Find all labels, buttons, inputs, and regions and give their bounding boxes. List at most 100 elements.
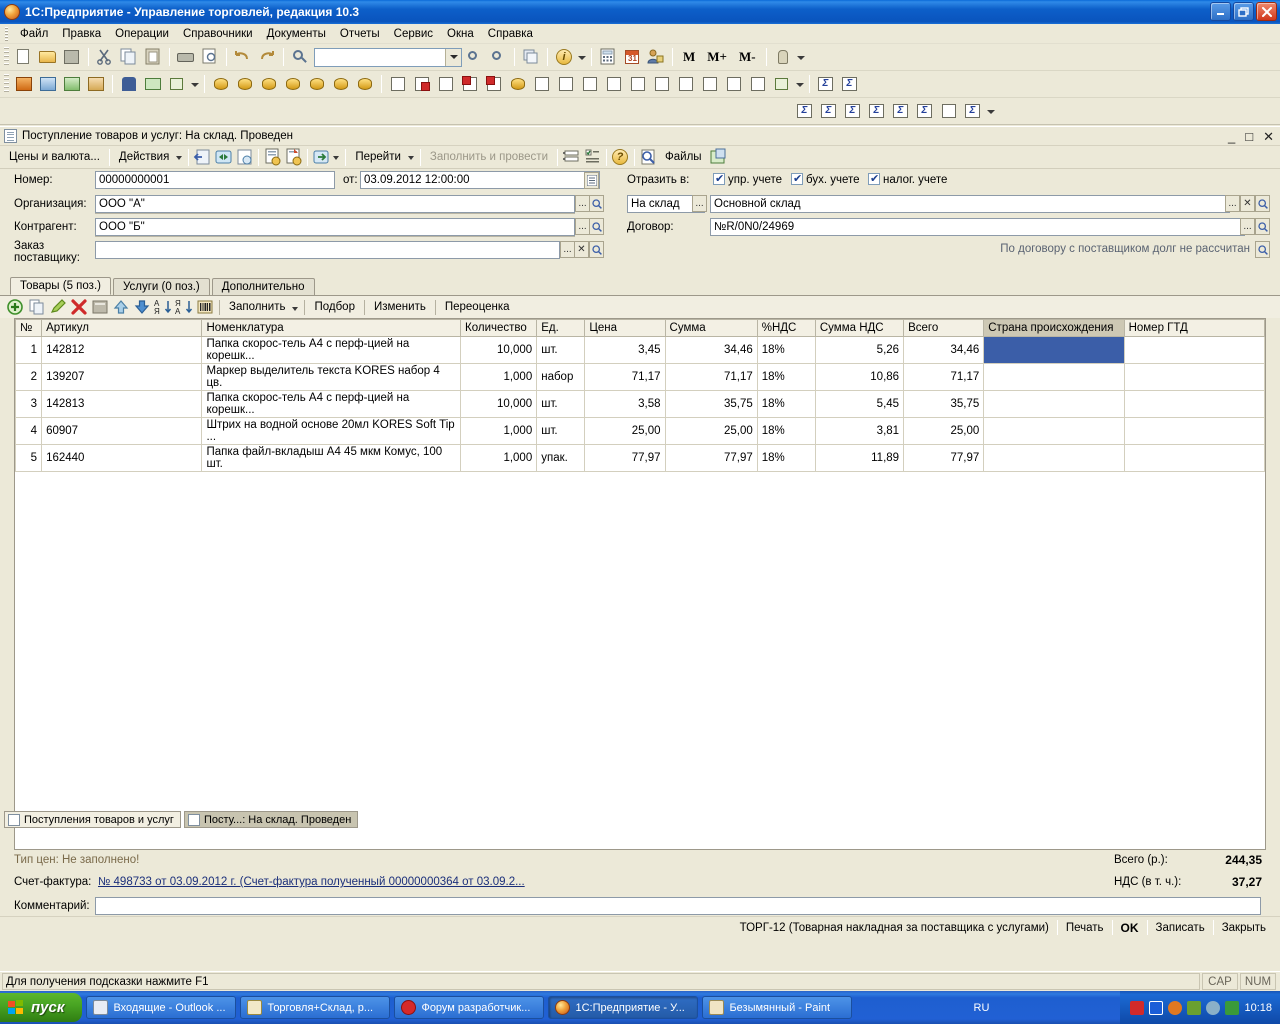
menu-item-file[interactable]: Файл: [13, 26, 55, 42]
actions-menu-button[interactable]: Действия: [113, 149, 175, 165]
contacts-icon[interactable]: [118, 73, 140, 95]
catalog-green-icon[interactable]: [61, 73, 83, 95]
doc-percent-icon[interactable]: [723, 73, 745, 95]
contract-open-search-icon[interactable]: [1255, 218, 1270, 235]
menu-item-windows[interactable]: Окна: [440, 26, 481, 42]
taskbar-item-1c-enterprise[interactable]: 1С:Предприятие - У...: [548, 996, 698, 1019]
euro-coin-icon[interactable]: [354, 73, 376, 95]
cell-n[interactable]: 1: [16, 337, 42, 364]
cell-qty[interactable]: 1,000: [461, 418, 537, 445]
cell-qty[interactable]: 10,000: [461, 391, 537, 418]
warehouse-open-search-icon[interactable]: [1255, 195, 1270, 212]
comment-input[interactable]: [95, 897, 1261, 915]
contract-input[interactable]: №R/0N0/24969: [710, 218, 1245, 236]
purchase-person-icon[interactable]: [234, 73, 256, 95]
cell-sum[interactable]: 34,46: [665, 337, 757, 364]
tab-goods[interactable]: Товары (5 поз.): [10, 277, 111, 295]
tray-media-icon[interactable]: [1149, 1001, 1163, 1015]
calculator-icon[interactable]: [597, 46, 619, 68]
cell-vat_pct[interactable]: 18%: [757, 418, 815, 445]
actions-chevron-down-icon[interactable]: [175, 147, 185, 167]
doc-basket-red-icon[interactable]: [435, 73, 457, 95]
cell-total[interactable]: 77,97: [904, 445, 984, 472]
table-header-gtd[interactable]: Номер ГТД: [1124, 320, 1264, 337]
report-sigma-blue-icon[interactable]: Σ: [815, 73, 837, 95]
docs-chevron-down-icon[interactable]: [794, 73, 805, 95]
menu-item-service[interactable]: Сервис: [387, 26, 440, 42]
cell-country[interactable]: [984, 337, 1124, 364]
warehouse-input[interactable]: Основной склад: [710, 195, 1230, 213]
files-button[interactable]: Файлы: [659, 149, 708, 165]
tray-shield-icon[interactable]: [1225, 1001, 1239, 1015]
start-button[interactable]: пуск: [0, 993, 82, 1022]
list-settings-icon[interactable]: [561, 147, 582, 167]
cell-unit[interactable]: шт.: [537, 418, 585, 445]
checkbox-management-accounting[interactable]: [713, 173, 725, 185]
table-row[interactable]: 3142813Папка скорос-тель А4 с перф-цией …: [16, 391, 1265, 418]
cell-vat_pct[interactable]: 18%: [757, 391, 815, 418]
cell-n[interactable]: 3: [16, 391, 42, 418]
doc-flag-icon[interactable]: [411, 73, 433, 95]
warehouse-clear-icon[interactable]: ✕: [1240, 195, 1255, 212]
table-row[interactable]: 1142812Папка скорос-тель А4 с перф-цией …: [16, 337, 1265, 364]
cell-n[interactable]: 5: [16, 445, 42, 472]
cell-price[interactable]: 3,58: [585, 391, 665, 418]
open-folder-icon[interactable]: [37, 46, 59, 68]
prices-currency-button[interactable]: Цены и валюта...: [3, 149, 106, 165]
sale-person-icon[interactable]: [210, 73, 232, 95]
cell-unit[interactable]: шт.: [537, 337, 585, 364]
catalog-tan-icon[interactable]: [85, 73, 107, 95]
table-header-vat_sum[interactable]: Сумма НДС: [815, 320, 903, 337]
goods-table-container[interactable]: №АртикулНоменклатураКоличествоЕд.ЦенаСум…: [14, 318, 1266, 850]
coin-key-icon[interactable]: [330, 73, 352, 95]
books-icon[interactable]: [13, 73, 35, 95]
new-document-icon[interactable]: [13, 46, 35, 68]
menu-item-reports[interactable]: Отчеты: [333, 26, 387, 42]
doc-add-icon[interactable]: [627, 73, 649, 95]
print-form-button[interactable]: ТОРГ-12 (Товарная накладная за поставщик…: [732, 920, 1057, 936]
column-settings-icon[interactable]: [582, 147, 603, 167]
cell-unit[interactable]: набор: [537, 364, 585, 391]
change-button[interactable]: Изменить: [368, 301, 432, 313]
doc-check-icon[interactable]: [675, 73, 697, 95]
table-header-name[interactable]: Номенклатура: [202, 320, 461, 337]
table-header-n[interactable]: №: [16, 320, 42, 337]
cell-article[interactable]: 162440: [42, 445, 202, 472]
window-tab-receipts-list[interactable]: Поступления товаров и услуг: [4, 811, 181, 828]
memory-minus-button[interactable]: M-: [733, 49, 762, 65]
tray-clock[interactable]: 10:18: [1244, 1002, 1272, 1014]
report-sigma-people-icon[interactable]: Σ: [842, 100, 864, 122]
cell-name[interactable]: Папка скорос-тель А4 с перф-цией на коре…: [202, 391, 461, 418]
goto-menu-button[interactable]: Перейти: [349, 149, 407, 165]
memory-button[interactable]: M: [677, 49, 701, 65]
find-prev-icon[interactable]: [487, 46, 509, 68]
cell-country[interactable]: [984, 418, 1124, 445]
tray-acrobat-icon[interactable]: [1130, 1001, 1144, 1015]
checkbox-tax-accounting[interactable]: [868, 173, 880, 185]
organization-input[interactable]: ООО "А": [95, 195, 575, 213]
cell-gtd[interactable]: [1124, 337, 1264, 364]
cell-article[interactable]: 139207: [42, 364, 202, 391]
based-on-chevron-down-icon[interactable]: [332, 147, 342, 167]
doc-basket-blue-icon[interactable]: [387, 73, 409, 95]
cell-vat_sum[interactable]: 3,81: [815, 418, 903, 445]
cell-total[interactable]: 35,75: [904, 391, 984, 418]
cell-total[interactable]: 34,46: [904, 337, 984, 364]
menu-item-edit[interactable]: Правка: [55, 26, 108, 42]
basket-coin-icon[interactable]: [258, 73, 280, 95]
edit-row-icon[interactable]: [48, 297, 68, 317]
tab-additional[interactable]: Дополнительно: [212, 278, 315, 295]
taskbar-item-forum-opera[interactable]: Форум разработчик...: [394, 996, 544, 1019]
cell-name[interactable]: Папка файл-вкладыш А4 45 мкм Комус, 100 …: [202, 445, 461, 472]
settings-chevron-down-icon[interactable]: [795, 46, 806, 68]
cell-n[interactable]: 4: [16, 418, 42, 445]
menu-grip[interactable]: [4, 27, 10, 41]
cell-vat_sum[interactable]: 5,45: [815, 391, 903, 418]
warehouse-mode-select-button[interactable]: ...: [692, 195, 707, 212]
print-icon[interactable]: [175, 46, 197, 68]
cell-gtd[interactable]: [1124, 445, 1264, 472]
doc-arrow-icon[interactable]: [579, 73, 601, 95]
table-header-price[interactable]: Цена: [585, 320, 665, 337]
cell-article[interactable]: 142813: [42, 391, 202, 418]
table-row[interactable]: 5162440Папка файл-вкладыш А4 45 мкм Кому…: [16, 445, 1265, 472]
